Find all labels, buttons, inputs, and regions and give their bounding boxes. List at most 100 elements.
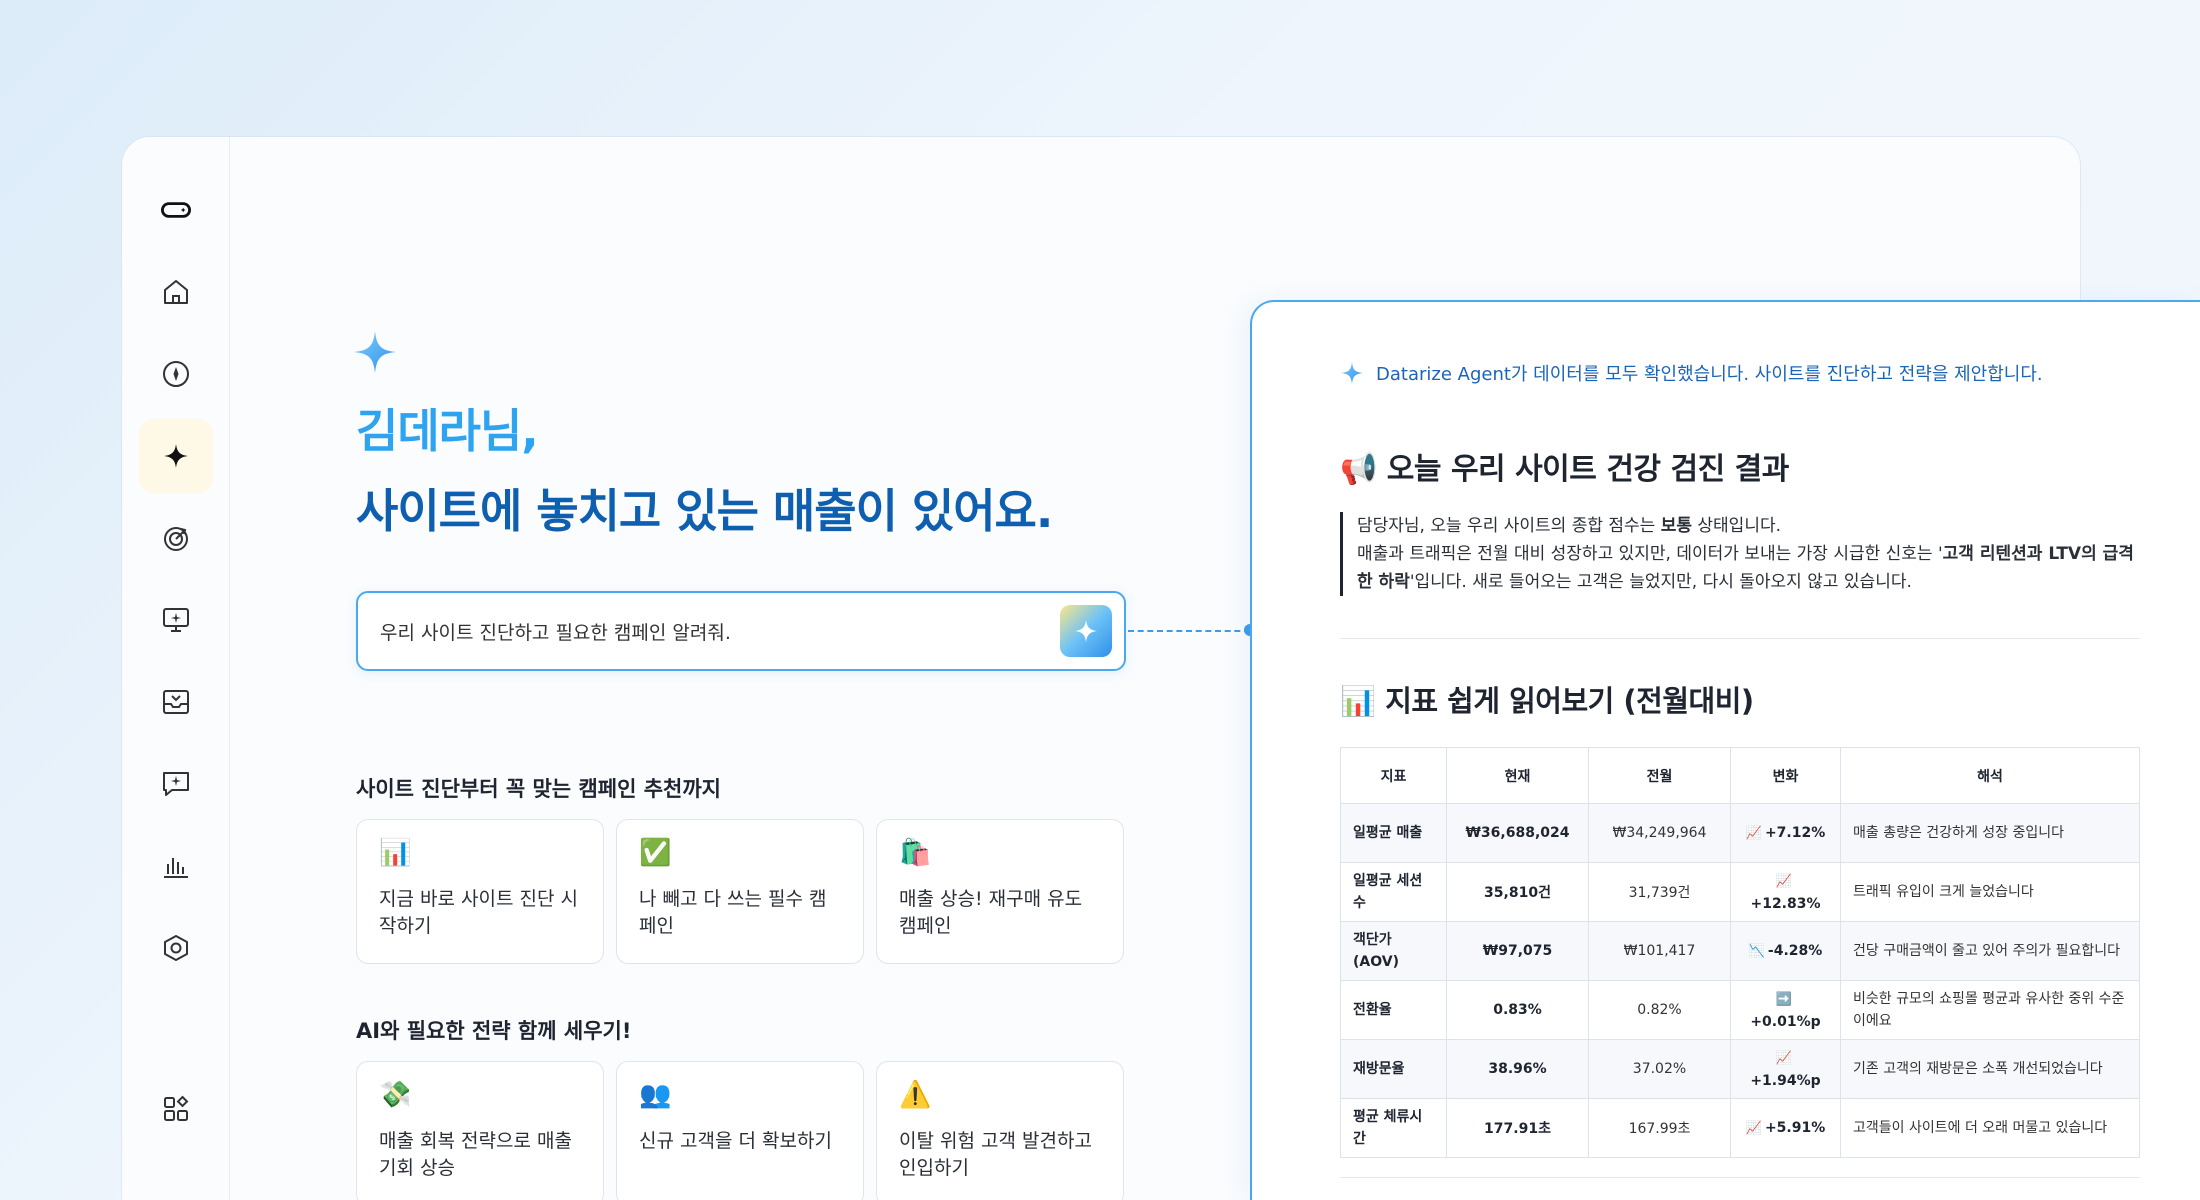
previous-value: 37.02% [1588, 1039, 1731, 1099]
agent-status: Datarize Agent가 데이터를 모두 확인했습니다. 사이트를 진단하… [1340, 360, 2043, 386]
summary-quote: 담당자님, 오늘 우리 사이트의 종합 점수는 보통 상태입니다. 매출과 트래… [1340, 512, 2140, 596]
section-title: AI와 필요한 전략 함께 세우기! [356, 1019, 632, 1043]
current-value: ₩97,075 [1446, 921, 1589, 981]
arrow-right-icon: ➡️ [1775, 991, 1793, 1007]
interpretation: 고객들이 사이트에 더 오래 머물고 있습니다 [1840, 1098, 2140, 1158]
sparkle-icon [1341, 362, 1363, 384]
metric-name: 재방문율 [1340, 1039, 1447, 1099]
current-value: 38.96% [1446, 1039, 1589, 1099]
previous-value: 167.99초 [1588, 1098, 1731, 1158]
table-row: 일평균 매출 ₩36,688,024 ₩34,249,964 📈 +7.12% 매… [1340, 803, 2140, 863]
change-cell: 📈 +1.94%p [1730, 1039, 1841, 1099]
column-header: 지표 [1340, 747, 1447, 804]
prompt-input[interactable]: 우리 사이트 진단하고 필요한 캠페인 알려줘. [356, 591, 1126, 671]
strategy-card[interactable]: ⚠️ 이탈 위험 고객 발견하고 인입하기 [876, 1061, 1124, 1200]
prompt-text[interactable]: 우리 사이트 진단하고 필요한 캠페인 알려줘. [380, 618, 731, 645]
message-icon[interactable] [139, 747, 213, 821]
card-label: 매출 회복 전략으로 매출 기회 상승 [379, 1130, 572, 1179]
metric-name: 전환율 [1340, 980, 1447, 1040]
change-value: +1.94%p [1750, 1072, 1821, 1089]
hero-subtitle: 사이트에 놓치고 있는 매출이 있어요. [356, 484, 1053, 538]
strategy-card[interactable]: 👥 신규 고객을 더 확보하기 [616, 1061, 864, 1200]
card-label: 지금 바로 사이트 진단 시작하기 [379, 888, 578, 937]
home-icon[interactable] [139, 255, 213, 329]
interpretation: 비슷한 규모의 쇼핑몰 평균과 유사한 중위 수준이에요 [1840, 980, 2140, 1040]
interpretation: 기존 고객의 재방문은 소폭 개선되었습니다 [1840, 1039, 2140, 1099]
current-value: 0.83% [1446, 980, 1589, 1040]
column-header: 변화 [1730, 747, 1841, 804]
compass-icon[interactable] [139, 337, 213, 411]
table-row: 일평균 세션 수 35,810건 31,739건 📈 +12.83% 트래픽 유입… [1340, 862, 2140, 922]
divider [1340, 638, 2140, 639]
suggestion-card[interactable]: 🛍️ 매출 상승! 재구매 유도 캠페인 [876, 819, 1124, 964]
interpretation: 매출 총량은 건강하게 성장 중입니다 [1840, 803, 2140, 863]
send-button[interactable] [1060, 605, 1112, 657]
card-label: 매출 상승! 재구매 유도 캠페인 [899, 888, 1083, 937]
metric-name: 일평균 매출 [1340, 803, 1447, 863]
current-value: ₩36,688,024 [1446, 803, 1589, 863]
divider [1340, 1177, 2140, 1178]
change-cell: ➡️ +0.01%p [1730, 980, 1841, 1040]
card-label: 나 빼고 다 쓰는 필수 캠페인 [639, 888, 827, 937]
quote-text: 상태입니다. [1692, 516, 1782, 536]
suggestion-card[interactable]: ✅ 나 빼고 다 쓰는 필수 캠페인 [616, 819, 864, 964]
inbox-icon[interactable] [139, 665, 213, 739]
column-header: 전월 [1588, 747, 1731, 804]
metric-name: 평균 체류시간 [1340, 1098, 1447, 1158]
previous-value: 31,739건 [1588, 862, 1731, 922]
quote-text: 담당자님, 오늘 우리 사이트의 종합 점수는 [1357, 516, 1661, 536]
logo-icon[interactable] [139, 173, 213, 247]
agent-message: Datarize Agent가 데이터를 모두 확인했습니다. 사이트를 진단하… [1376, 364, 2043, 385]
suggestion-card[interactable]: 📊 지금 바로 사이트 진단 시작하기 [356, 819, 604, 964]
current-value: 35,810건 [1446, 862, 1589, 922]
change-value: +0.01%p [1750, 1013, 1821, 1030]
apps-icon[interactable] [139, 1072, 213, 1146]
current-value: 177.91초 [1446, 1098, 1589, 1158]
change-value: +5.91% [1764, 1119, 1826, 1136]
table-row: 전환율 0.83% 0.82% ➡️ +0.01%p 비슷한 규모의 쇼핑몰 평균… [1340, 980, 2140, 1040]
metric-name: 일평균 세션 수 [1340, 862, 1447, 922]
table-row: 평균 체류시간 177.91초 167.99초 📈 +5.91% 고객들이 사이트… [1340, 1098, 2140, 1158]
trend-down-icon: 📉 [1748, 943, 1765, 959]
sparkle-icon [1074, 619, 1098, 643]
interpretation: 트래픽 유입이 크게 늘었습니다 [1840, 862, 2140, 922]
warning-icon: ⚠️ [899, 1080, 932, 1110]
column-header: 해석 [1840, 747, 2140, 804]
change-value: +12.83% [1750, 895, 1821, 912]
metrics-table: 지표 현재 전월 변화 해석 일평균 매출 ₩36,688,024 ₩34,24… [1340, 747, 2140, 1158]
card-label: 이탈 위험 고객 발견하고 인입하기 [899, 1130, 1092, 1179]
interpretation: 건당 구매금액이 줄고 있어 주의가 필요합니다 [1840, 921, 2140, 981]
column-header: 현재 [1446, 747, 1589, 804]
card-label: 신규 고객을 더 확보하기 [639, 1130, 832, 1152]
table-header-row: 지표 현재 전월 변화 해석 [1340, 747, 2140, 804]
monitor-icon[interactable] [139, 583, 213, 657]
quote-text: '입니다. 새로 들어오는 고객은 늘었지만, 다시 돌아오지 않고 있습니다. [1409, 572, 1912, 592]
users-icon: 👥 [639, 1080, 672, 1110]
greeting: 김데라님, 사이트에 놓치고 있는 매출이 있어요. [356, 391, 1053, 551]
hexagon-icon[interactable] [139, 911, 213, 985]
target-icon[interactable] [139, 501, 213, 575]
previous-value: ₩101,417 [1588, 921, 1731, 981]
shopping-bag-icon: 🛍️ [899, 838, 932, 868]
sparkle-icon [354, 331, 396, 373]
bar-chart-icon[interactable] [139, 829, 213, 903]
change-cell: 📈 +5.91% [1730, 1098, 1841, 1158]
user-name: 김데라님, [356, 404, 539, 458]
change-value: -4.28% [1767, 942, 1823, 959]
quote-text: 매출과 트래픽은 전월 대비 성장하고 있지만, 데이터가 보내는 가장 시급한… [1357, 544, 1943, 564]
previous-value: 0.82% [1588, 980, 1731, 1040]
sidebar [122, 137, 230, 1200]
check-icon: ✅ [639, 838, 672, 868]
money-icon: 💸 [379, 1080, 412, 1110]
trend-up-icon: 📈 [1745, 825, 1762, 841]
change-cell: 📈 +12.83% [1730, 862, 1841, 922]
agent-response-panel: Datarize Agent가 데이터를 모두 확인했습니다. 사이트를 진단하… [1250, 300, 2200, 1200]
change-cell: 📈 +7.12% [1730, 803, 1841, 863]
table-row: 객단가 (AOV) ₩97,075 ₩101,417 📉 -4.28% 건당 구매… [1340, 921, 2140, 981]
strategy-card[interactable]: 💸 매출 회복 전략으로 매출 기회 상승 [356, 1061, 604, 1200]
metric-name: 객단가 (AOV) [1340, 921, 1447, 981]
metrics-title: 📊 지표 쉽게 읽어보기 (전월대비) [1340, 684, 1754, 718]
sparkle-icon[interactable] [139, 419, 213, 493]
change-cell: 📉 -4.28% [1730, 921, 1841, 981]
trend-up-icon: 📈 [1775, 873, 1793, 889]
